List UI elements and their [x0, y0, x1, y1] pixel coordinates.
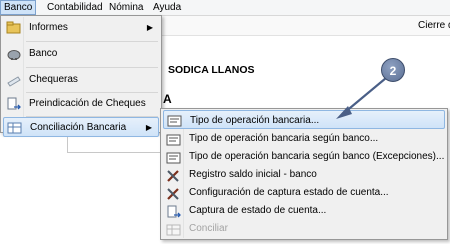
annotation-arrow	[336, 77, 387, 119]
step-badge: 2	[381, 58, 405, 82]
